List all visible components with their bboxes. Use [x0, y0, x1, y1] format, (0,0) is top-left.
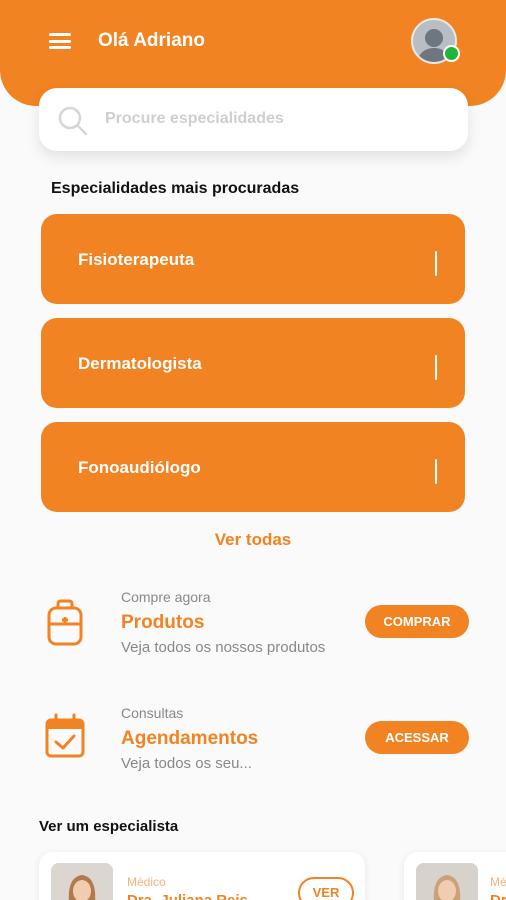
buy-button[interactable]: COMPRAR	[365, 605, 469, 638]
feature-produtos: Compre agora Produtos Veja todos os noss…	[0, 585, 506, 675]
specialist-card[interactable]: Médico Dra. Juliana Reis VER	[39, 852, 365, 900]
specialty-card-fisioterapeuta[interactable]: Fisioterapeuta	[41, 214, 465, 304]
specialty-label: Fonoaudiólogo	[78, 458, 201, 477]
specialist-name: Dr	[490, 892, 506, 900]
specialty-card-dermatologista[interactable]: Dermatologista	[41, 318, 465, 408]
feature-title: Produtos	[121, 612, 205, 633]
calendar-check-icon	[45, 713, 85, 758]
section-title-specialists: Ver um especialista	[39, 818, 179, 835]
access-button[interactable]: ACESSAR	[365, 721, 469, 754]
card-divider	[435, 251, 437, 276]
feature-subtitle: Consultas	[121, 705, 184, 721]
doctor-photo	[51, 863, 113, 900]
online-status-dot	[443, 45, 460, 62]
feature-agendamentos: Consultas Agendamentos Veja todos os seu…	[0, 701, 506, 791]
view-specialist-button[interactable]: VER	[298, 877, 354, 900]
see-all-link[interactable]: Ver todas	[0, 530, 506, 550]
feature-title: Agendamentos	[121, 728, 259, 749]
feature-description: Veja todos os nossos produtos	[121, 639, 326, 656]
feature-description: Veja todos os seu...	[121, 755, 252, 772]
feature-subtitle: Compre agora	[121, 589, 211, 605]
greeting-text: Olá Adriano	[98, 30, 205, 51]
section-title-specialties: Especialidades mais procuradas	[51, 180, 300, 197]
specialist-role: Médico	[490, 875, 506, 889]
card-divider	[435, 459, 437, 484]
specialist-name: Dra. Juliana Reis	[127, 892, 248, 900]
specialty-label: Fisioterapeuta	[78, 250, 195, 269]
specialty-label: Dermatologista	[78, 354, 202, 373]
search-bar	[39, 88, 468, 151]
specialist-role: Médico	[127, 875, 166, 889]
backpack-icon	[47, 599, 83, 646]
menu-icon[interactable]	[49, 33, 71, 49]
specialty-card-fonoaudiologo[interactable]: Fonoaudiólogo	[41, 422, 465, 512]
search-input[interactable]	[105, 104, 445, 134]
search-icon	[58, 106, 88, 136]
card-divider	[435, 355, 437, 380]
specialist-card[interactable]: Médico Dr	[404, 852, 506, 900]
doctor-photo	[416, 863, 478, 900]
